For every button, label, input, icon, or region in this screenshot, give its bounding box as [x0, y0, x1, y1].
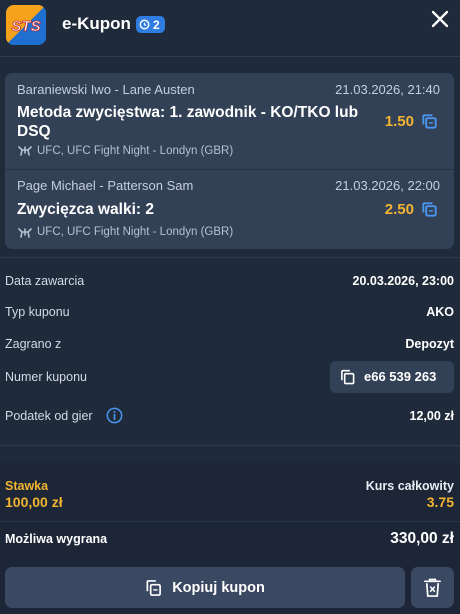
ticket-icon	[139, 19, 150, 30]
bet-date: 21.03.2026, 21:40	[335, 82, 440, 97]
bets-count-badge: 2	[136, 16, 165, 33]
bet-match: Baraniewski Iwo - Lane Austen	[17, 82, 195, 97]
bets-count: 2	[153, 17, 160, 32]
copy-odds-icon[interactable]	[420, 200, 439, 219]
detail-label: Numer kuponu	[5, 370, 87, 384]
section-divider	[0, 257, 460, 258]
detail-row-tax: Podatek od gier 12,00 zł	[5, 405, 454, 429]
bet-odds: 2.50	[384, 201, 414, 218]
ufc-icon	[18, 228, 32, 238]
section-divider	[0, 445, 460, 446]
detail-value: 20.03.2026, 23:00	[352, 274, 454, 288]
detail-row-played: Zagrano z Depozyt	[5, 333, 454, 357]
detail-label: Zagrano z	[5, 337, 62, 351]
bet-match: Page Michael - Patterson Sam	[17, 178, 194, 193]
bets-list: Baraniewski Iwo - Lane Austen 21.03.2026…	[5, 73, 454, 249]
stake-label: Stawka	[5, 479, 49, 493]
possible-win-value: 330,00 zł	[390, 530, 454, 547]
bet-market: Zwycięzca walki: 2	[17, 201, 154, 218]
detail-label: Podatek od gier	[5, 409, 93, 423]
detail-value: Depozyt	[405, 337, 454, 351]
close-button[interactable]	[428, 7, 452, 31]
copy-coupon-number-button[interactable]: e66 539 263	[330, 361, 454, 393]
copy-icon	[341, 369, 355, 385]
trash-icon	[424, 578, 441, 597]
info-icon[interactable]	[106, 407, 123, 424]
stake-value: 100,00 zł	[5, 494, 63, 510]
header: STS e-Kupon 2	[0, 0, 460, 57]
detail-row-number: Numer kuponu e66 539 263	[5, 361, 454, 393]
bet-market: Metoda zwycięstwa: 1. zawodnik - KO/TKO …	[17, 104, 359, 140]
copy-coupon-button[interactable]: Kopiuj kupon	[5, 567, 405, 608]
copy-coupon-label: Kopiuj kupon	[172, 579, 265, 596]
total-odds-label: Kurs całkowity	[365, 479, 454, 493]
copy-icon	[146, 579, 162, 596]
copy-odds-icon[interactable]	[420, 112, 439, 131]
delete-coupon-button[interactable]	[411, 567, 454, 608]
ufc-icon	[18, 146, 32, 156]
detail-row-type: Typ kuponu AKO	[5, 301, 454, 325]
detail-row-date: Data zawarcia 20.03.2026, 23:00	[5, 270, 454, 294]
bet-league: UFC, UFC Fight Night - Londyn (GBR)	[37, 145, 234, 157]
detail-value: AKO	[426, 305, 454, 319]
header-divider	[0, 56, 460, 57]
summary-divider	[0, 521, 460, 522]
detail-label: Typ kuponu	[5, 305, 70, 319]
coupon-number: e66 539 263	[364, 369, 437, 384]
detail-value: 12,00 zł	[409, 409, 454, 423]
bet-item: Baraniewski Iwo - Lane Austen 21.03.2026…	[5, 73, 454, 169]
total-odds-value: 3.75	[426, 494, 454, 510]
sts-logo: STS	[6, 5, 46, 45]
detail-label: Data zawarcia	[5, 274, 85, 288]
bet-date: 21.03.2026, 22:00	[335, 178, 440, 193]
bet-league: UFC, UFC Fight Night - Londyn (GBR)	[37, 226, 234, 238]
svg-text:STS: STS	[11, 18, 40, 35]
page-title: e-Kupon	[62, 14, 131, 33]
possible-win-label: Możliwa wygrana	[5, 532, 108, 546]
bet-odds: 1.50	[384, 113, 414, 130]
close-icon	[431, 10, 449, 28]
bet-item: Page Michael - Patterson Sam 21.03.2026,…	[5, 170, 454, 249]
